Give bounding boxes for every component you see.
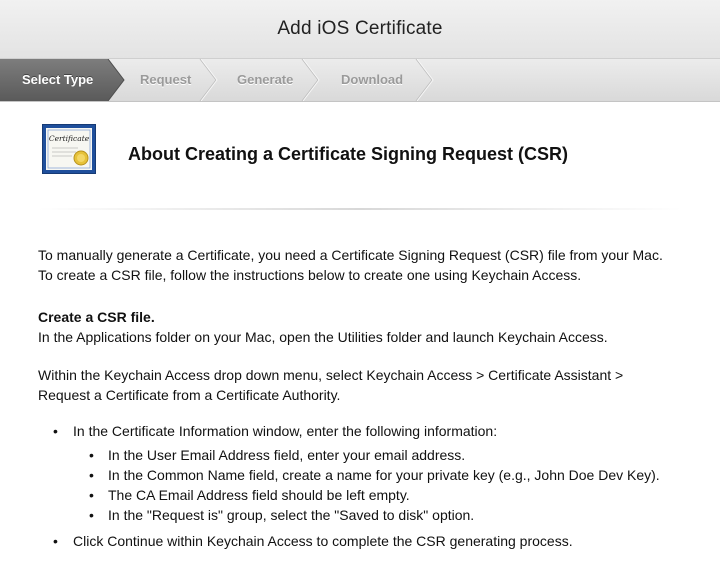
page-header: Certificate About Creating a Certificate…	[38, 120, 678, 182]
section-text: In the Applications folder on your Mac, …	[38, 329, 608, 345]
certificate-icon: Certificate	[42, 124, 96, 174]
section-heading: Create a CSR file.	[38, 309, 155, 325]
step-download[interactable]: Download	[341, 59, 403, 101]
page-title: About Creating a Certificate Signing Req…	[128, 144, 569, 164]
sub-list: • In the User Email Address field, enter …	[73, 445, 678, 525]
bullet-icon: •	[53, 423, 58, 439]
sub-list-item-text: The CA Email Address field should be lef…	[108, 487, 410, 503]
sub-list-item: • In the Common Name field, create a name…	[89, 465, 678, 485]
bullet-icon: •	[89, 507, 94, 523]
sub-list-item: • In the User Email Address field, enter …	[89, 445, 678, 465]
step-generate[interactable]: Generate	[237, 59, 293, 101]
sub-list-item-text: In the Common Name field, create a name …	[108, 467, 660, 483]
header-divider	[38, 208, 682, 210]
list-item-text: In the Certificate Information window, e…	[73, 423, 498, 439]
list-item-text: Click Continue within Keychain Access to…	[73, 533, 573, 549]
window-titlebar: Add iOS Certificate	[0, 0, 720, 59]
step-progress-bar: Select Type Request Generate Download	[0, 59, 720, 102]
sub-list-item-text: In the User Email Address field, enter y…	[108, 447, 466, 463]
list-item: • Click Continue within Keychain Access …	[53, 531, 678, 551]
menu-instructions: Within the Keychain Access drop down men…	[38, 367, 624, 403]
sub-list-item: • In the "Request is" group, select the "…	[89, 505, 678, 525]
bullet-icon: •	[89, 447, 94, 463]
step-request[interactable]: Request	[140, 59, 191, 101]
steps-list: • In the Certificate Information window,…	[38, 421, 678, 551]
step-select-type[interactable]: Select Type	[22, 59, 93, 101]
list-item: • In the Certificate Information window,…	[53, 421, 678, 525]
instructions-content: To manually generate a Certificate, you …	[38, 245, 678, 557]
sub-list-item-text: In the "Request is" group, select the "S…	[108, 507, 475, 523]
sub-list-item: • The CA Email Address field should be le…	[89, 485, 678, 505]
certificate-icon-text: Certificate	[49, 134, 90, 143]
intro-text: To manually generate a Certificate, you …	[38, 247, 663, 283]
bullet-icon: •	[89, 487, 94, 503]
window-title: Add iOS Certificate	[277, 18, 443, 39]
bullet-icon: •	[53, 533, 58, 549]
bullet-icon: •	[89, 467, 94, 483]
